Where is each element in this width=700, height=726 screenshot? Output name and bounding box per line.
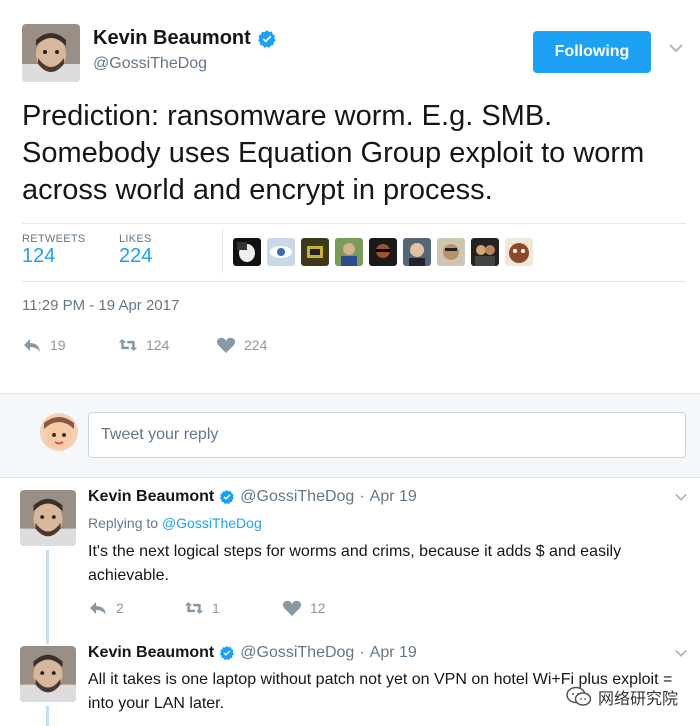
like-action[interactable]: 224 <box>216 336 267 354</box>
author-name[interactable]: Kevin Beaumont <box>93 27 251 50</box>
separator: · <box>359 644 365 661</box>
liker-avatar[interactable] <box>233 238 261 266</box>
reply-icon <box>24 339 40 352</box>
reply-action[interactable]: 19 <box>22 336 66 354</box>
retweet-count: 124 <box>146 337 170 353</box>
following-button[interactable]: Following <box>533 31 651 73</box>
current-user-avatar[interactable] <box>40 413 78 451</box>
reply-header: Kevin Beaumont @GossiTheDog · Apr 19 <box>88 488 417 506</box>
reply-input[interactable]: Tweet your reply <box>88 412 686 458</box>
divider <box>22 223 686 224</box>
retweet-action[interactable]: 124 <box>118 336 169 354</box>
reply-icon <box>90 602 106 615</box>
tweet-timestamp[interactable]: 11:29 PM - 19 Apr 2017 <box>22 297 179 314</box>
likes-label: LIKES <box>119 233 152 245</box>
author-name-row: Kevin Beaumont <box>93 27 277 50</box>
verified-badge-icon <box>220 490 235 505</box>
retweets-stat[interactable]: RETWEETS 124 <box>22 233 86 268</box>
tweet-text: Prediction: ransomware worm. E.g. SMB. S… <box>22 100 645 206</box>
reply-text: It's the next logical steps for worms an… <box>88 543 622 584</box>
reply-count: 19 <box>50 337 66 353</box>
reply-author-name[interactable]: Kevin Beaumont <box>88 488 214 506</box>
replying-to-prefix: Replying to <box>88 515 159 531</box>
heart-icon <box>282 600 302 616</box>
liker-avatar[interactable] <box>505 238 533 266</box>
retweet-icon <box>184 602 204 614</box>
reply-author-handle[interactable]: @GossiTheDog <box>240 488 354 506</box>
liker-avatar[interactable] <box>369 238 397 266</box>
verified-badge-icon <box>220 646 235 661</box>
separator: · <box>359 488 365 505</box>
divider <box>222 228 223 273</box>
reply-author-handle[interactable]: @GossiTheDog <box>240 644 354 662</box>
liker-avatar[interactable] <box>403 238 431 266</box>
replying-to: Replying to @GossiTheDog <box>88 515 262 531</box>
reply-author-name[interactable]: Kevin Beaumont <box>88 644 214 662</box>
reply-date[interactable]: Apr 19 <box>370 644 417 662</box>
author-avatar[interactable] <box>22 24 80 82</box>
liker-avatars <box>233 238 533 266</box>
heart-icon <box>216 337 236 353</box>
divider <box>22 281 686 282</box>
retweets-count: 124 <box>22 245 56 267</box>
watermark-text: 网络研究院 <box>598 691 679 708</box>
thread-line <box>46 550 49 644</box>
author-handle[interactable]: @GossiTheDog <box>93 55 207 73</box>
likes-count: 224 <box>119 245 153 267</box>
chevron-down-icon[interactable] <box>668 40 684 56</box>
thread-line <box>46 706 49 726</box>
liker-avatar[interactable] <box>335 238 363 266</box>
like-action[interactable]: 12 <box>282 599 326 617</box>
watermark: 网络研究院 <box>566 685 678 709</box>
wechat-icon <box>566 686 592 706</box>
chevron-down-icon[interactable] <box>674 490 688 504</box>
verified-badge-icon <box>257 29 276 48</box>
retweet-action[interactable]: 1 <box>184 599 220 617</box>
reply-date[interactable]: Apr 19 <box>370 488 417 506</box>
reply-count: 2 <box>116 600 124 616</box>
liker-avatar[interactable] <box>267 238 295 266</box>
replying-to-link[interactable]: @GossiTheDog <box>162 515 262 531</box>
likes-stat[interactable]: LIKES 224 <box>119 233 152 268</box>
reply-author-avatar[interactable] <box>20 490 76 546</box>
retweet-icon <box>118 339 138 351</box>
like-count: 224 <box>244 337 268 353</box>
liker-avatar[interactable] <box>437 238 465 266</box>
liker-avatar[interactable] <box>301 238 329 266</box>
liker-avatar[interactable] <box>471 238 499 266</box>
reply-header: Kevin Beaumont @GossiTheDog · Apr 19 <box>88 644 417 662</box>
like-count: 12 <box>310 600 326 616</box>
reply-author-avatar[interactable] <box>20 646 76 702</box>
retweets-label: RETWEETS <box>22 233 86 245</box>
reply-action[interactable]: 2 <box>88 599 124 617</box>
chevron-down-icon[interactable] <box>674 646 688 660</box>
retweet-count: 1 <box>212 600 220 616</box>
